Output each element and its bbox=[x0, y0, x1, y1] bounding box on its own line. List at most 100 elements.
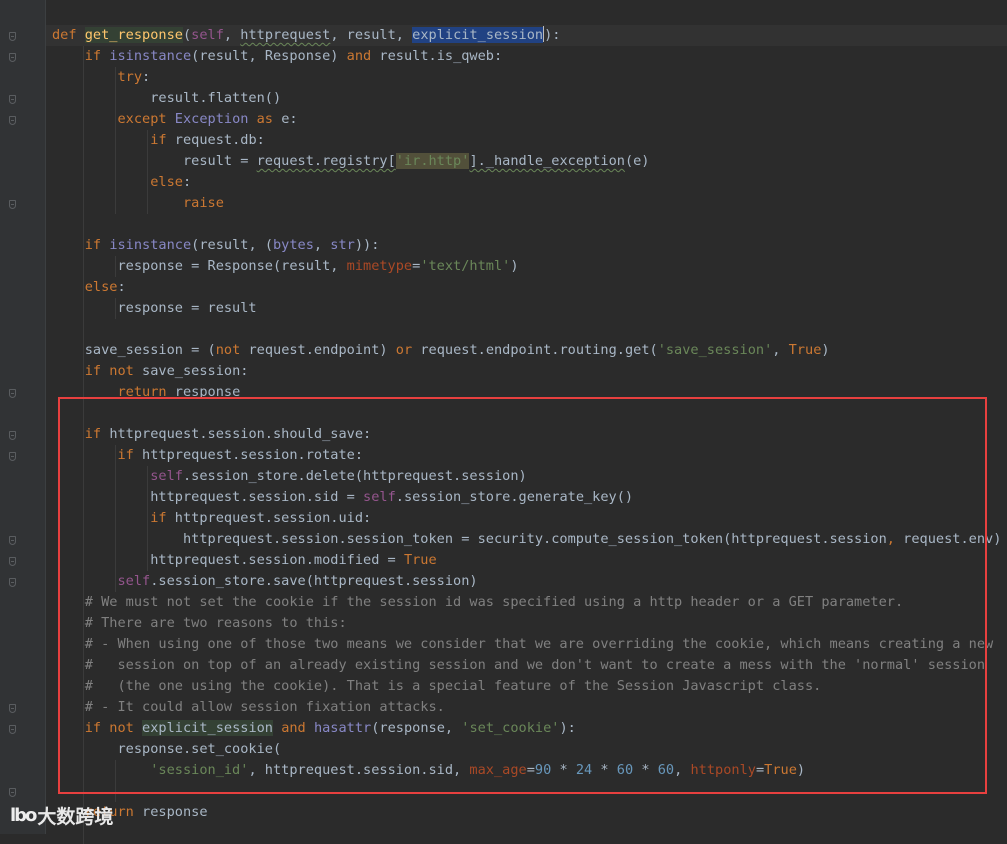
code-token: explicit_session bbox=[412, 27, 544, 43]
code-token: ) bbox=[821, 342, 830, 358]
code-token: else bbox=[84, 279, 118, 295]
fold-marker-icon[interactable] bbox=[9, 200, 16, 209]
code-token: ( bbox=[182, 27, 192, 43]
code-token: response = result bbox=[117, 300, 257, 316]
code-token: result.flatten() bbox=[150, 90, 282, 106]
code-token: mimetype bbox=[346, 258, 413, 274]
code-token: except bbox=[117, 111, 175, 127]
indent-guide bbox=[115, 256, 116, 277]
code-token: request.registry[ bbox=[256, 153, 396, 169]
code-token: True bbox=[788, 342, 822, 358]
fold-marker-icon[interactable] bbox=[9, 389, 16, 398]
code-token: result.is_qweb: bbox=[379, 48, 503, 64]
code-token: if bbox=[150, 132, 175, 148]
code-line[interactable]: if isinstance(result, Response) and resu… bbox=[52, 46, 502, 67]
code-token: (result, Response) bbox=[191, 48, 347, 64]
code-line[interactable]: result = request.registry['ir.http']._ha… bbox=[52, 151, 650, 172]
watermark: lbo 大数跨境 bbox=[10, 801, 113, 829]
code-token: try bbox=[117, 69, 143, 85]
code-token: ) bbox=[510, 258, 519, 274]
code-line[interactable]: response = Response(result, mimetype='te… bbox=[52, 256, 519, 277]
code-token: bytes bbox=[273, 237, 314, 253]
fold-marker-icon[interactable] bbox=[9, 95, 16, 104]
code-token: and bbox=[346, 48, 380, 64]
fold-marker-icon[interactable] bbox=[9, 788, 16, 797]
code-token: 'ir.http' bbox=[395, 153, 470, 169]
code-token: (result, ( bbox=[191, 237, 273, 253]
code-token: save_session: bbox=[142, 363, 249, 379]
code-token: : bbox=[182, 174, 192, 190]
code-token: , bbox=[313, 237, 331, 253]
code-token: if bbox=[84, 237, 110, 253]
fold-marker-icon[interactable] bbox=[9, 536, 16, 545]
code-token: Exception bbox=[174, 111, 257, 127]
code-token: not bbox=[215, 342, 249, 358]
code-token: request.db: bbox=[174, 132, 265, 148]
fold-marker-icon[interactable] bbox=[9, 704, 16, 713]
fold-marker-icon[interactable] bbox=[9, 32, 16, 41]
editor-gutter bbox=[0, 0, 46, 834]
fold-marker-icon[interactable] bbox=[9, 557, 16, 566]
code-token: if bbox=[84, 48, 110, 64]
fold-marker-icon[interactable] bbox=[9, 578, 16, 587]
code-token: )): bbox=[354, 237, 380, 253]
code-token: response = Response(result, bbox=[117, 258, 347, 274]
code-token: isinstance bbox=[109, 237, 192, 253]
code-token: self bbox=[191, 27, 224, 43]
indent-guide bbox=[115, 67, 116, 214]
code-line[interactable]: def get_response(self, httprequest, resu… bbox=[46, 25, 1007, 46]
code-token: response bbox=[142, 804, 208, 820]
code-token: ): bbox=[544, 27, 561, 43]
code-token: httprequest bbox=[240, 27, 331, 43]
code-token: request.endpoint.routing.get( bbox=[420, 342, 658, 358]
code-line[interactable]: save_session = (not request.endpoint) or… bbox=[52, 340, 830, 361]
code-token: e: bbox=[281, 111, 298, 127]
fold-marker-icon[interactable] bbox=[9, 431, 16, 440]
code-token: 'text/html' bbox=[420, 258, 511, 274]
code-token: def bbox=[52, 27, 85, 43]
code-token: if not bbox=[84, 363, 143, 379]
code-token: ]._handle_exception bbox=[469, 153, 625, 169]
code-token: result = bbox=[182, 153, 257, 169]
code-token: isinstance bbox=[109, 48, 192, 64]
code-line[interactable]: if not save_session: bbox=[52, 361, 249, 382]
code-token: : bbox=[142, 69, 151, 85]
code-token: as bbox=[256, 111, 282, 127]
code-token: else bbox=[150, 174, 183, 190]
code-token: (e) bbox=[624, 153, 650, 169]
fold-marker-icon[interactable] bbox=[9, 725, 16, 734]
annotation-highlight-box bbox=[58, 397, 987, 794]
code-line[interactable]: except Exception as e: bbox=[52, 109, 298, 130]
fold-marker-icon[interactable] bbox=[9, 53, 16, 62]
fold-marker-icon[interactable] bbox=[9, 452, 16, 461]
code-token: save_session = ( bbox=[84, 342, 216, 358]
code-line[interactable]: else: bbox=[52, 172, 191, 193]
code-line[interactable]: raise bbox=[52, 193, 224, 214]
code-token: : bbox=[117, 279, 126, 295]
code-line[interactable]: if isinstance(result, (bytes, str)): bbox=[52, 235, 380, 256]
code-token: raise bbox=[182, 195, 224, 211]
fold-marker-icon[interactable] bbox=[9, 116, 16, 125]
code-token: 'save_session' bbox=[657, 342, 773, 358]
code-token: , bbox=[772, 342, 789, 358]
code-line[interactable]: result.flatten() bbox=[52, 88, 281, 109]
code-token: request.endpoint) bbox=[248, 342, 396, 358]
code-token: , bbox=[223, 27, 241, 43]
code-token: , result, bbox=[330, 27, 413, 43]
code-line[interactable]: else: bbox=[52, 277, 126, 298]
indent-guide bbox=[147, 130, 148, 214]
code-token: or bbox=[395, 342, 421, 358]
code-token: get_response bbox=[84, 27, 183, 43]
code-line[interactable]: try: bbox=[52, 67, 150, 88]
watermark-logo: lbo bbox=[10, 804, 37, 826]
